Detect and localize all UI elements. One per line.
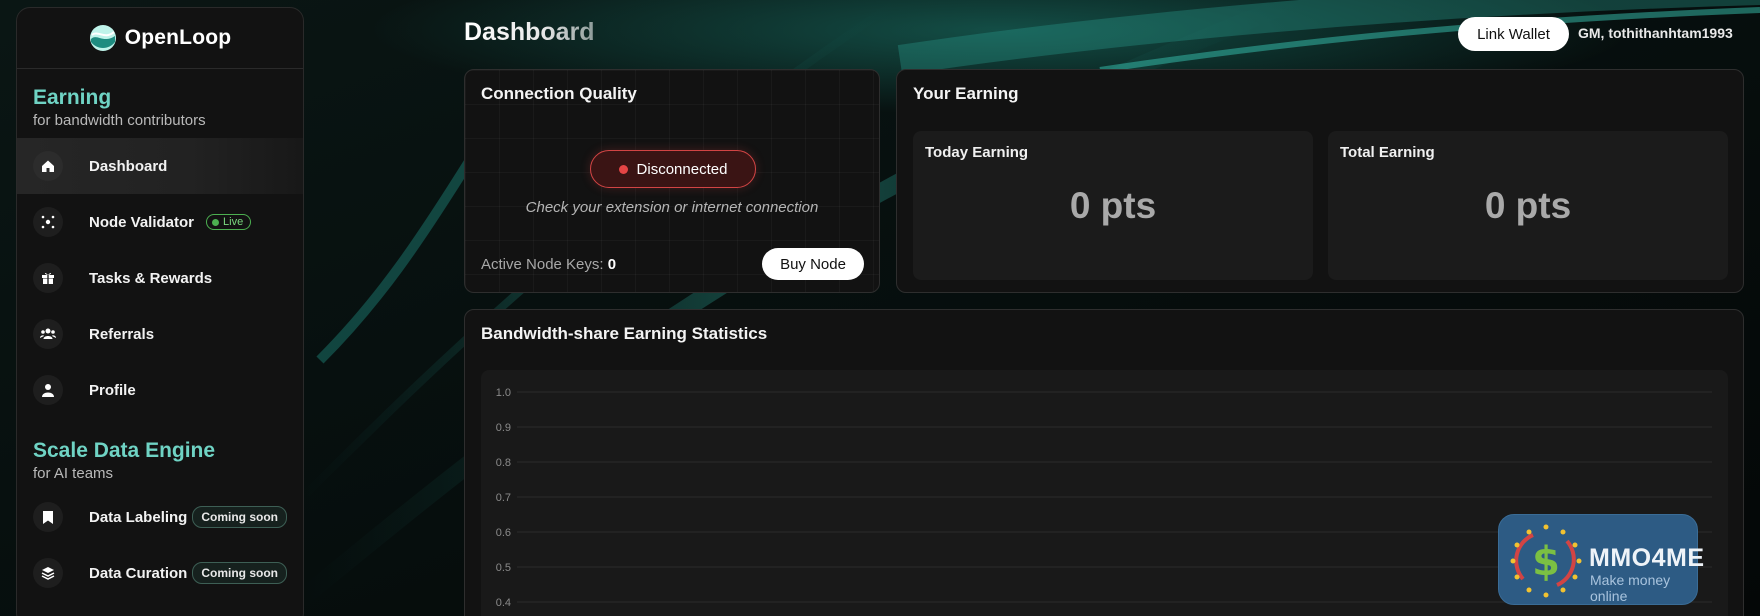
- y-tick-label: 0.6: [496, 527, 511, 539]
- node-keys-value: 0: [607, 256, 617, 273]
- today-earning-box: Today Earning 0 pts: [913, 131, 1313, 280]
- sidebar-item-tasks-rewards[interactable]: Tasks & Rewards: [17, 250, 303, 306]
- card-title: Bandwidth-share Earning Statistics: [481, 324, 768, 343]
- mmo4me-watermark: $ MMO4ME Make money online: [1498, 514, 1704, 605]
- sidebar-item-data-labeling[interactable]: Data Labeling Coming soon: [17, 489, 303, 545]
- dollar-logo-icon: $: [1510, 524, 1582, 598]
- svg-text:$: $: [1532, 539, 1560, 585]
- status-dot-icon: [618, 164, 628, 174]
- total-earning-value: 0 pts: [1484, 185, 1572, 226]
- home-icon: [33, 151, 63, 181]
- connection-hint: Check your extension or internet connect…: [525, 199, 819, 216]
- bookmark-icon: [33, 502, 63, 532]
- sidebar-item-label: Tasks & Rewards: [89, 269, 213, 287]
- sidebar-item-label: Data Curation: [89, 564, 188, 582]
- layers-icon: [33, 558, 63, 588]
- sidebar: OpenLoop Earning for bandwidth contribut…: [16, 7, 304, 616]
- connection-status-badge: Disconnected: [590, 150, 756, 188]
- connection-status-label: Disconnected: [636, 160, 728, 178]
- sidebar-item-dashboard[interactable]: Dashboard: [17, 138, 303, 194]
- today-earning-value: 0 pts: [1069, 185, 1157, 226]
- sidebar-item-label: Dashboard: [89, 157, 168, 175]
- y-tick-label: 0.5: [496, 562, 511, 574]
- your-earning-card: Your Earning Today Earning 0 pts Total E…: [896, 69, 1744, 293]
- section-title-earning: Earning: [33, 86, 112, 109]
- active-node-keys: Active Node Keys: 0: [481, 256, 616, 273]
- user-icon: [33, 375, 63, 405]
- total-earning-label: Total Earning: [1340, 144, 1435, 161]
- connection-quality-card: Connection Quality Disconnected Check yo…: [464, 69, 880, 293]
- y-tick-label: 0.8: [496, 457, 511, 469]
- badge-label: Live: [223, 216, 244, 228]
- gift-icon: [33, 263, 63, 293]
- watermark-brand: MMO4ME: [1589, 544, 1705, 572]
- coming-soon-badge: Coming soon: [192, 562, 287, 584]
- openloop-logo-icon: [89, 25, 116, 51]
- node-keys-label: Active Node Keys:: [481, 256, 604, 273]
- sidebar-item-label: Profile: [89, 381, 136, 399]
- sidebar-item-label: Node Validator: [89, 213, 195, 231]
- today-earning-label: Today Earning: [925, 144, 1029, 161]
- sidebar-item-label: Referrals: [89, 325, 155, 343]
- sidebar-item-node-validator[interactable]: Node Validator Live: [17, 194, 303, 250]
- sidebar-item-label: Data Labeling: [89, 508, 188, 526]
- users-icon: [33, 319, 63, 349]
- section-subtitle-earning: for bandwidth contributors: [33, 112, 206, 129]
- total-earning-box: Total Earning 0 pts: [1328, 131, 1728, 280]
- card-title: Your Earning: [913, 84, 1019, 103]
- node-icon: [33, 207, 63, 237]
- link-wallet-button[interactable]: Link Wallet: [1458, 17, 1569, 51]
- y-tick-label: 0.9: [496, 422, 511, 434]
- section-title-scale-data-engine: Scale Data Engine: [33, 439, 216, 462]
- sidebar-item-profile[interactable]: Profile: [17, 362, 303, 418]
- buy-node-button[interactable]: Buy Node: [762, 248, 864, 280]
- sidebar-item-referrals[interactable]: Referrals: [17, 306, 303, 362]
- live-badge: Live: [206, 214, 252, 230]
- y-tick-label: 0.7: [496, 492, 511, 504]
- sidebar-item-data-curation[interactable]: Data Curation Coming soon: [17, 545, 303, 601]
- logo[interactable]: OpenLoop: [17, 8, 303, 69]
- live-dot-icon: [212, 218, 220, 226]
- page-title: Dashboard: [464, 18, 595, 46]
- watermark-tagline: Make money online: [1590, 572, 1671, 604]
- y-tick-label: 1.0: [496, 387, 511, 399]
- app-name: OpenLoop: [124, 26, 232, 49]
- coming-soon-badge: Coming soon: [192, 506, 287, 528]
- user-greeting: GM, tothithanhtam1993: [1578, 25, 1733, 41]
- section-subtitle-scale-data-engine: for AI teams: [33, 465, 114, 482]
- card-title: Connection Quality: [481, 84, 637, 103]
- y-tick-label: 0.4: [496, 597, 511, 609]
